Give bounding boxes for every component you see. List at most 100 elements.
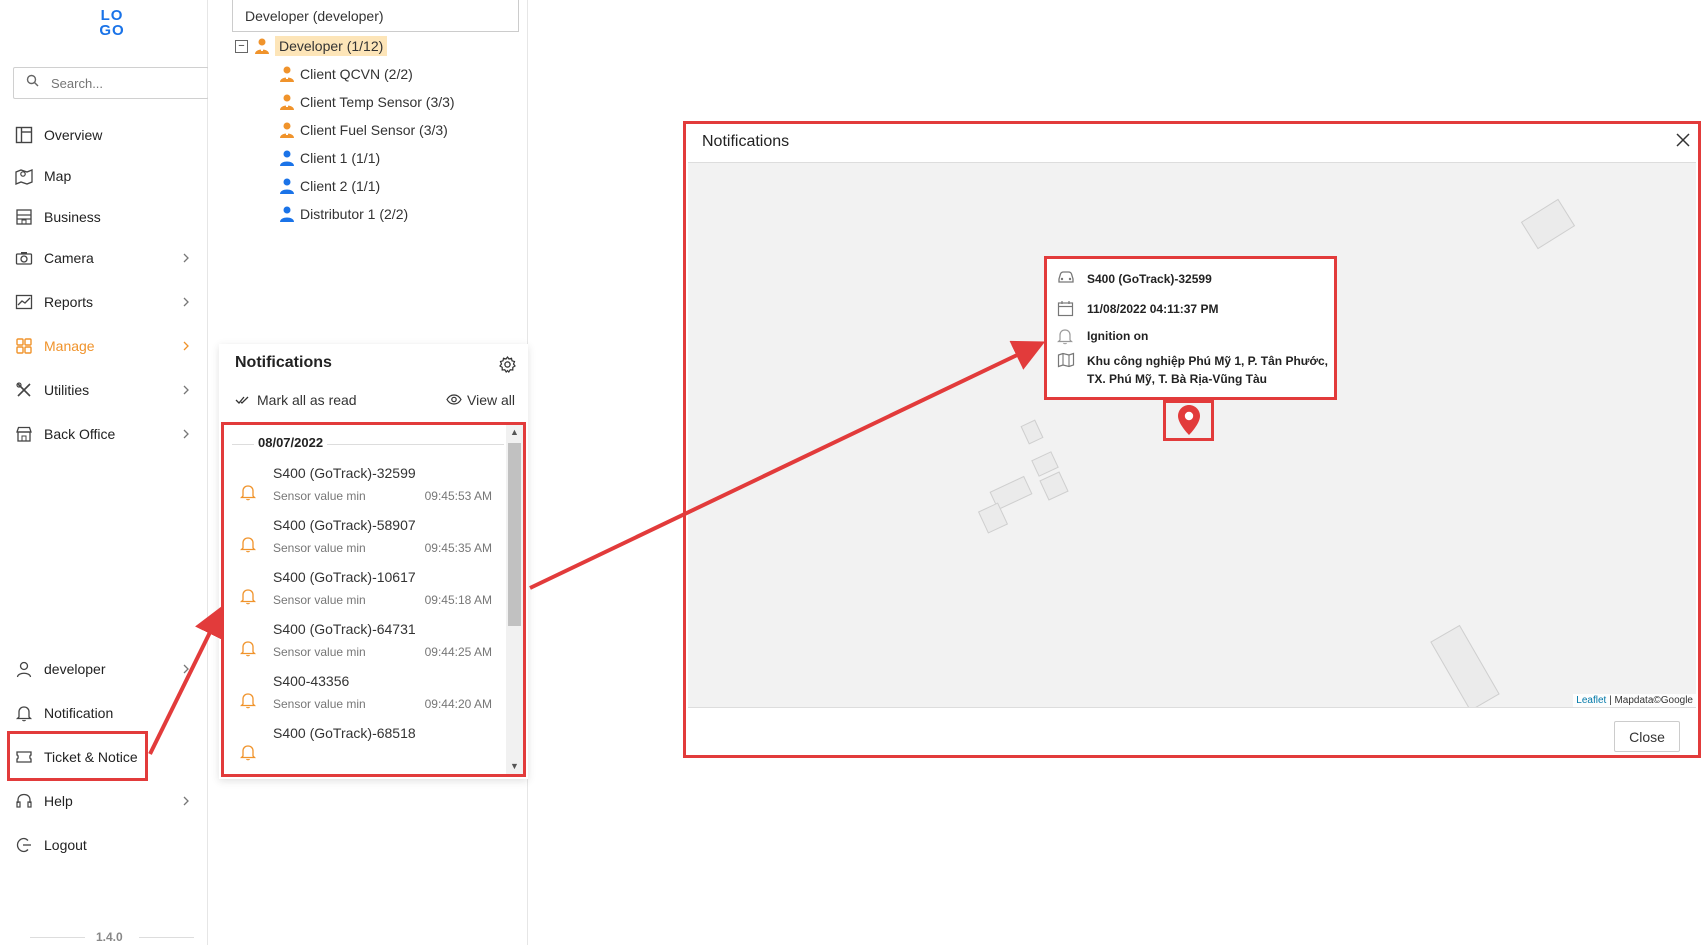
headset-icon [14, 791, 34, 811]
nav-manage-label: Manage [44, 338, 95, 354]
close-icon[interactable] [1676, 130, 1690, 153]
scrollbar[interactable]: ▲ ▼ [506, 425, 523, 774]
tree-node[interactable]: Client QCVN (2/2) [278, 62, 413, 86]
notification-item[interactable]: S400-43356 Sensor value min 09:44:20 AM [224, 671, 504, 727]
user-orange-icon [278, 93, 296, 111]
scroll-up-icon[interactable]: ▲ [509, 427, 520, 438]
notification-item[interactable]: S400 (GoTrack)-58907 Sensor value min 09… [224, 515, 504, 571]
popup-address-line2: TX. Phú Mỹ, T. Bà Rịa-Vũng Tàu [1087, 372, 1268, 386]
tree-node-label: Client Fuel Sensor (3/3) [300, 122, 448, 138]
user-orange-icon [278, 121, 296, 139]
tree-node[interactable]: Client 1 (1/1) [278, 146, 380, 170]
nav-back-office-label: Back Office [44, 426, 116, 442]
collapse-toggle[interactable]: − [235, 40, 248, 53]
tree-node-label: Client 1 (1/1) [300, 150, 381, 166]
bell-icon [14, 703, 34, 723]
map-building [1020, 419, 1044, 445]
notification-desc: Sensor value min [273, 489, 366, 503]
scroll-down-icon[interactable]: ▼ [509, 761, 520, 772]
notification-desc: Sensor value min [273, 697, 366, 711]
map-building [1039, 471, 1069, 501]
scroll-thumb[interactable] [508, 443, 521, 626]
notifications-list[interactable]: 08/07/2022 S400 (GoTrack)-32599 Sensor v… [221, 422, 526, 777]
nav-business-label: Business [44, 209, 101, 225]
close-button[interactable]: Close [1614, 721, 1680, 752]
tree-node[interactable]: Client Temp Sensor (3/3) [278, 90, 455, 114]
nav-logout[interactable]: Logout [0, 827, 208, 863]
user-icon [14, 659, 34, 679]
nav-map-label: Map [44, 168, 72, 184]
notification-item[interactable]: S400 (GoTrack)-10617 Sensor value min 09… [224, 567, 504, 623]
user-blue-icon [278, 205, 296, 223]
divider [139, 937, 194, 938]
app-logo[interactable]: LO GO [92, 8, 132, 44]
popup-address-line1: Khu công nghiệp Phú Mỹ 1, P. Tân Phước, [1087, 354, 1329, 368]
calendar-icon [1057, 300, 1077, 318]
date-group-header: 08/07/2022 [224, 433, 504, 453]
nav-user-label: developer [44, 661, 106, 677]
nav-camera-label: Camera [44, 250, 94, 266]
bell-icon [239, 691, 257, 714]
chevron-right-icon [182, 295, 190, 311]
grid-icon [14, 336, 34, 356]
camera-icon [14, 248, 34, 268]
tree-node-label: Client 2 (1/1) [300, 178, 381, 194]
nav-logout-label: Logout [44, 837, 87, 853]
tree-node[interactable]: Distributor 1 (2/2) [278, 202, 408, 226]
account-selector-label: Developer (developer) [245, 7, 384, 24]
user-orange-icon [253, 37, 271, 55]
nav-notification[interactable]: Notification [0, 695, 208, 731]
tree-node-label: Distributor 1 (2/2) [300, 206, 409, 222]
popup-event: Ignition on [1087, 329, 1149, 343]
nav-help[interactable]: Help [0, 783, 208, 819]
nav-camera[interactable]: Camera [0, 240, 208, 276]
search-icon [26, 74, 39, 92]
popup-address-row: Khu công nghiệp Phú Mỹ 1, P. Tân Phước, … [1057, 352, 1328, 388]
notification-time: 09:45:35 AM [424, 541, 492, 555]
notifications-popover: Notifications Mark all as read View all … [219, 344, 528, 779]
map-icon [1057, 352, 1077, 370]
view-all-button[interactable]: View all [446, 392, 515, 408]
search-box[interactable] [13, 67, 209, 99]
layout-icon [14, 125, 34, 145]
location-pin-icon[interactable] [1177, 404, 1201, 441]
nav-overview[interactable]: Overview [0, 117, 208, 153]
bell-icon [239, 535, 257, 558]
notifications-title: Notifications [235, 354, 332, 371]
mark-all-read-label: Mark all as read [257, 392, 357, 408]
sidebar: LO GO Overview Map Business Camera Repor… [0, 0, 209, 945]
tree-root-label: Developer (1/12) [275, 36, 388, 56]
nav-back-office[interactable]: Back Office [0, 416, 208, 452]
notification-item[interactable]: S400 (GoTrack)-68518 [224, 723, 504, 774]
chevron-right-icon [182, 339, 190, 355]
double-check-icon [235, 392, 250, 408]
tree-node[interactable]: Client 2 (1/1) [278, 174, 380, 198]
nav-business[interactable]: Business [0, 199, 208, 235]
gear-icon[interactable] [499, 356, 516, 378]
tools-icon [14, 380, 34, 400]
leaflet-link[interactable]: Leaflet [1576, 695, 1606, 706]
map-popup: S400 (GoTrack)-32599 11/08/2022 04:11:37… [1044, 256, 1337, 400]
mark-all-read-button[interactable]: Mark all as read [235, 392, 357, 408]
nav-manage[interactable]: Manage [0, 328, 208, 364]
nav-map[interactable]: Map [0, 158, 208, 194]
date-group-label: 08/07/2022 [254, 435, 328, 450]
nav-utilities[interactable]: Utilities [0, 372, 208, 408]
divider [30, 937, 85, 938]
user-blue-icon [278, 149, 296, 167]
notification-item[interactable]: S400 (GoTrack)-32599 Sensor value min 09… [224, 463, 504, 519]
popup-vehicle-row: S400 (GoTrack)-32599 [1057, 270, 1212, 288]
tree-root-developer[interactable]: Developer (1/12) [253, 34, 388, 58]
bell-icon [1057, 327, 1077, 345]
nav-user[interactable]: developer [0, 651, 208, 687]
notification-time: 09:44:25 AM [424, 645, 492, 659]
map-attribution: Leaflet | Mapdata©Google [1573, 694, 1696, 707]
search-input[interactable] [51, 75, 201, 91]
tree-node[interactable]: Client Fuel Sensor (3/3) [278, 118, 448, 142]
nav-notification-label: Notification [44, 705, 114, 721]
bell-icon [239, 639, 257, 662]
logout-icon [14, 835, 34, 855]
notification-item[interactable]: S400 (GoTrack)-64731 Sensor value min 09… [224, 619, 504, 675]
account-selector[interactable]: Developer (developer) [232, 0, 519, 32]
nav-reports[interactable]: Reports [0, 284, 208, 320]
